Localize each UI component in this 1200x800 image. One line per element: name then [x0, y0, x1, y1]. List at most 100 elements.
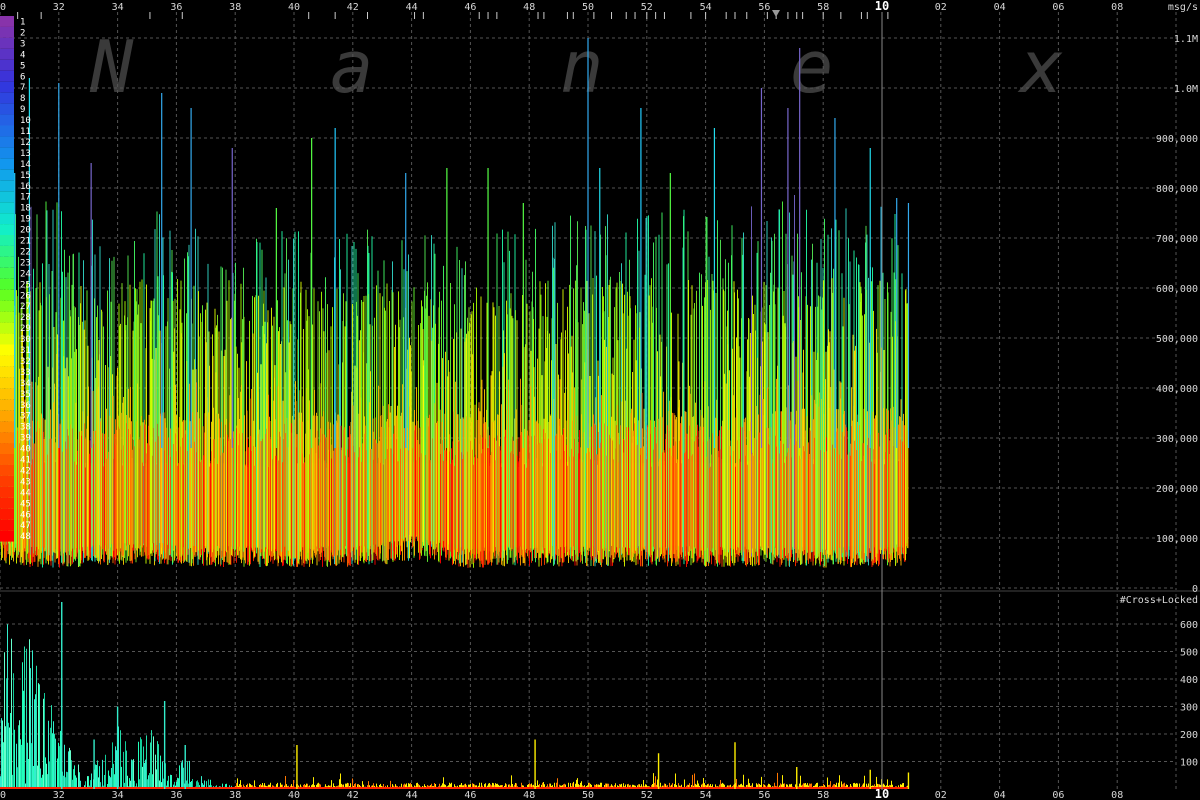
legend-label: 40	[20, 445, 31, 455]
x-tick-label: 38	[229, 2, 241, 13]
y-tick-label: 400,000	[1156, 384, 1198, 395]
legend-label: 35	[20, 390, 31, 400]
legend-label: 12	[20, 138, 31, 148]
y-tick-label: 700,000	[1156, 234, 1198, 245]
legend-swatch	[0, 202, 14, 214]
legend-label: 19	[20, 215, 31, 225]
x-tick-label: 56	[758, 2, 770, 13]
legend-label: 2	[20, 28, 25, 38]
legend-label: 8	[20, 94, 25, 104]
legend-swatch	[0, 224, 14, 235]
legend-label: 34	[20, 379, 31, 389]
legend-label: 28	[20, 313, 31, 323]
y-tick-label: 200,000	[1156, 484, 1198, 495]
legend-swatch	[0, 432, 14, 444]
chart-canvas: Nanex 3032343638404244464850525456581002…	[0, 0, 1200, 800]
legend-label: 7	[20, 83, 25, 93]
y-tick-label: 100,000	[1156, 534, 1198, 545]
legend-swatch	[0, 235, 14, 246]
legend-swatch	[0, 92, 14, 104]
x-tick-label: 48	[523, 2, 535, 13]
legend-swatch	[0, 443, 14, 454]
y-tick-label: 0	[1192, 584, 1198, 595]
y-tick-label: 100	[1180, 758, 1198, 769]
legend-label: 36	[20, 401, 31, 411]
y-tick-label: 600	[1180, 620, 1198, 631]
legend-swatch	[0, 245, 14, 257]
x-tick-label: 40	[288, 2, 300, 13]
y-tick-label: 1.1M	[1174, 34, 1198, 45]
legend-label: 44	[20, 488, 31, 498]
y-tick-label: 500	[1180, 648, 1198, 659]
x-tick-label: 56	[758, 790, 770, 800]
x-tick-label: 42	[347, 790, 359, 800]
legend-label: 6	[20, 72, 25, 82]
legend-label: 1	[20, 18, 25, 28]
legend-swatch	[0, 169, 14, 181]
x-tick-label: 32	[53, 790, 65, 800]
legend-swatch	[0, 311, 14, 323]
y-axis-label-top: msg/s	[1168, 2, 1198, 13]
legend-swatch	[0, 136, 14, 148]
legend-label: 11	[20, 127, 31, 137]
y-tick-label: 500,000	[1156, 334, 1198, 345]
legend-label: 5	[20, 61, 25, 71]
x-tick-label: 44	[406, 790, 418, 800]
legend-swatch	[0, 289, 14, 301]
legend-label: 48	[20, 532, 31, 542]
legend-label: 21	[20, 237, 31, 247]
legend-label: 31	[20, 346, 31, 356]
legend-label: 26	[20, 291, 31, 301]
legend-label: 22	[20, 247, 31, 257]
y-tick-label: 1.0M	[1174, 84, 1198, 95]
legend-label: 14	[20, 160, 31, 170]
legend-swatch	[0, 103, 14, 115]
x-tick-label: 02	[935, 2, 947, 13]
x-tick-label: 32	[53, 2, 65, 13]
legend-swatch	[0, 191, 14, 203]
y-tick-label: 300,000	[1156, 434, 1198, 445]
x-tick-label: 06	[1052, 2, 1064, 13]
legend-swatch	[0, 399, 14, 411]
legend-swatch	[0, 519, 14, 531]
legend-swatch	[0, 300, 14, 312]
legend-label: 3	[20, 39, 25, 49]
legend-swatch	[0, 497, 14, 509]
legend-label: 37	[20, 412, 31, 422]
legend-label: 29	[20, 324, 31, 334]
legend-swatch	[0, 267, 14, 279]
legend-label: 47	[20, 521, 31, 531]
x-tick-label: 10	[875, 787, 889, 800]
legend-label: 10	[20, 116, 31, 126]
x-tick-label: 34	[112, 790, 124, 800]
x-tick-label: 04	[994, 2, 1006, 13]
legend-label: 43	[20, 477, 31, 487]
legend-swatch	[0, 213, 14, 225]
y-tick-label: 400	[1180, 675, 1198, 686]
x-tick-label: 58	[817, 2, 829, 13]
x-tick-label: 30	[0, 2, 6, 13]
legend-label: 13	[20, 149, 31, 159]
legend-swatch	[0, 377, 14, 389]
legend-label: 41	[20, 456, 31, 466]
x-tick-label: 50	[582, 2, 594, 13]
x-tick-label: 06	[1052, 790, 1064, 800]
legend-swatch	[0, 333, 14, 345]
y-axis-label-bottom: #Cross+Locked	[1120, 595, 1198, 606]
legend-swatch	[0, 147, 14, 159]
legend-label: 17	[20, 193, 31, 203]
legend-swatch	[0, 48, 14, 60]
legend-label: 30	[20, 335, 31, 345]
x-tick-label: 10	[875, 0, 889, 13]
x-tick-label: 04	[994, 790, 1006, 800]
legend-swatch	[0, 421, 14, 433]
legend-label: 23	[20, 258, 31, 268]
legend-swatch	[0, 366, 14, 378]
x-tick-label: 46	[464, 2, 476, 13]
x-tick-label: 08	[1111, 2, 1123, 13]
legend-label: 46	[20, 510, 31, 520]
legend-swatch	[0, 530, 14, 542]
x-tick-label: 50	[582, 790, 594, 800]
x-tick-label: 48	[523, 790, 535, 800]
x-tick-label: 40	[288, 790, 300, 800]
